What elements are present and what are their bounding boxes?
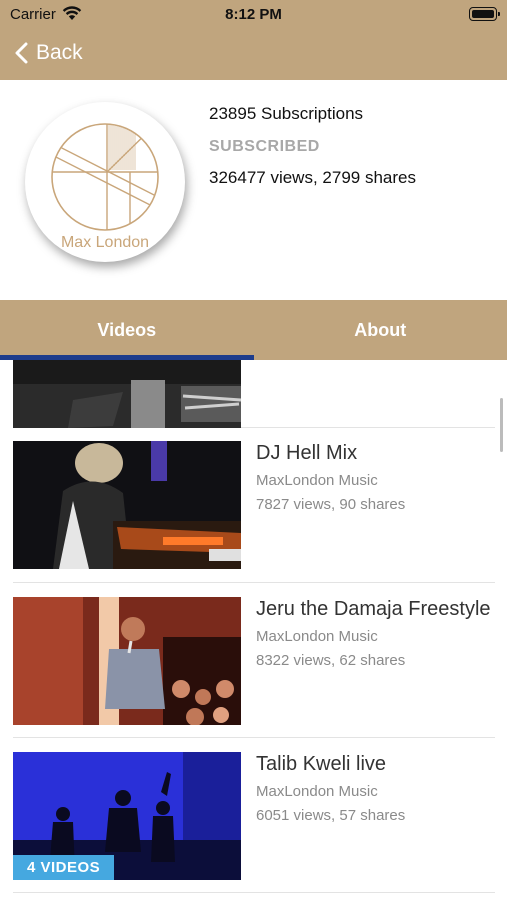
video-channel: MaxLondon Music xyxy=(256,783,378,800)
views-shares-count: 326477 views, 2799 shares xyxy=(209,168,416,187)
video-thumbnail[interactable] xyxy=(13,597,241,725)
back-button[interactable]: Back xyxy=(14,38,83,68)
channel-avatar[interactable]: Max London xyxy=(25,102,185,262)
video-thumbnail[interactable] xyxy=(13,360,241,428)
video-meta: Talib Kweli live MaxLondon Music 6051 vi… xyxy=(256,752,495,824)
tab-about[interactable]: About xyxy=(254,300,507,360)
video-row[interactable]: DJ Hell Mix MaxLondon Music 7827 views, … xyxy=(13,428,495,583)
video-meta: DJ Hell Mix MaxLondon Music 7827 views, … xyxy=(256,441,495,513)
tab-videos[interactable]: Videos xyxy=(0,300,254,360)
clock: 8:12 PM xyxy=(225,6,282,23)
subscribe-button[interactable]: SUBSCRIBED xyxy=(209,138,416,156)
video-counts: 8322 views, 62 shares xyxy=(256,652,406,669)
channel-header: Max London 23895 Subscriptions SUBSCRIBE… xyxy=(0,80,507,300)
video-title[interactable]: Talib Kweli live xyxy=(256,752,495,777)
video-row[interactable]: Jeru the Damaja Freestyle MaxLondon Musi… xyxy=(13,583,495,738)
video-title[interactable]: DJ Hell Mix xyxy=(256,441,495,466)
video-counts: 6051 views, 57 shares xyxy=(256,807,406,824)
video-count-badge: 4 VIDEOS xyxy=(13,855,115,880)
video-title[interactable]: Jeru the Damaja Freestyle xyxy=(256,597,495,622)
navigation-bar: Carrier 8:12 PM Back xyxy=(0,0,507,80)
video-meta: Jeru the Damaja Freestyle MaxLondon Musi… xyxy=(256,597,495,669)
video-channel: MaxLondon Music xyxy=(256,628,378,645)
video-thumbnail[interactable] xyxy=(13,441,241,569)
video-row[interactable] xyxy=(13,360,495,428)
status-bar: Carrier 8:12 PM xyxy=(0,0,507,30)
channel-logo-text: Max London xyxy=(60,234,150,251)
video-list[interactable]: DJ Hell Mix MaxLondon Music 7827 views, … xyxy=(0,360,507,900)
video-channel: MaxLondon Music xyxy=(256,472,378,489)
back-label: Back xyxy=(36,41,83,64)
video-row[interactable]: 4 VIDEOS Talib Kweli live MaxLondon Musi… xyxy=(13,738,495,893)
chevron-left-icon xyxy=(15,42,28,64)
tab-bar: Videos About xyxy=(0,300,507,360)
channel-stats: 23895 Subscriptions SUBSCRIBED 326477 vi… xyxy=(209,104,416,188)
video-thumbnail[interactable]: 4 VIDEOS xyxy=(13,752,241,880)
subscription-count: 23895 Subscriptions xyxy=(209,104,364,123)
battery-icon xyxy=(469,7,500,21)
scrollbar[interactable] xyxy=(500,398,503,452)
video-counts: 7827 views, 90 shares xyxy=(256,496,406,513)
